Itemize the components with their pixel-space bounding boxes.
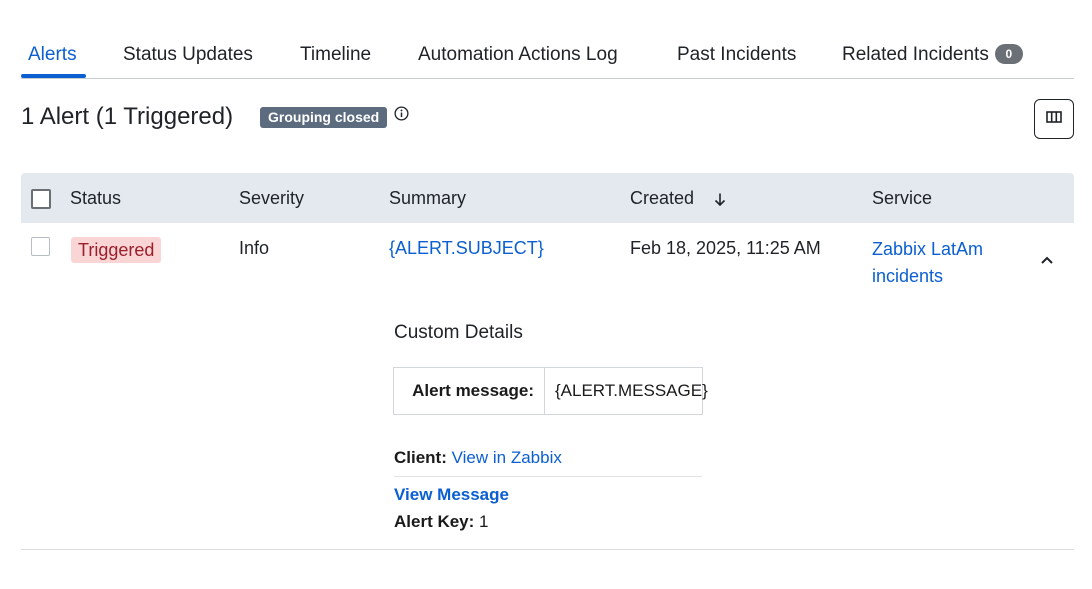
- created-value: Feb 18, 2025, 11:25 AM: [630, 238, 821, 258]
- columns-icon: [1046, 110, 1062, 129]
- client-row: Client: View in Zabbix: [394, 448, 562, 468]
- column-header-service[interactable]: Service: [872, 188, 932, 209]
- column-header-summary[interactable]: Summary: [389, 188, 466, 209]
- alert-message-label: Alert message:: [394, 368, 545, 414]
- severity-value: Info: [239, 238, 270, 258]
- tab-related-incidents-label: Related Incidents: [842, 44, 989, 65]
- view-in-zabbix-link[interactable]: View in Zabbix: [452, 448, 562, 467]
- grouping-status-badge: Grouping closed: [260, 107, 388, 128]
- column-header-severity[interactable]: Severity: [239, 188, 304, 209]
- tab-status-updates[interactable]: Status Updates: [123, 44, 253, 66]
- tab-past-incidents[interactable]: Past Incidents: [677, 44, 796, 66]
- column-settings-button[interactable]: [1034, 99, 1074, 139]
- page-title: 1 Alert (1 Triggered): [21, 103, 234, 130]
- table-header: Status Severity Summary Created Service: [21, 173, 1074, 223]
- summary-link[interactable]: {ALERT.SUBJECT}: [389, 238, 544, 259]
- column-header-created[interactable]: Created: [630, 188, 694, 209]
- chevron-up-icon[interactable]: [1039, 252, 1055, 268]
- column-header-status[interactable]: Status: [70, 188, 121, 209]
- row-checkbox[interactable]: [31, 237, 50, 256]
- related-incidents-count-badge: 0: [994, 44, 1023, 64]
- divider: [394, 476, 702, 477]
- alert-message-value: {ALERT.MESSAGE}: [555, 381, 708, 400]
- active-tab-indicator: [21, 74, 86, 78]
- custom-details-table: Alert message: {ALERT.MESSAGE}: [393, 367, 708, 415]
- client-label: Client:: [394, 448, 447, 467]
- view-message-link[interactable]: View Message: [394, 485, 509, 505]
- alert-key-row: Alert Key: 1: [394, 512, 489, 532]
- tab-timeline[interactable]: Timeline: [300, 44, 371, 66]
- alert-key-label: Alert Key:: [394, 512, 475, 531]
- arrow-down-icon[interactable]: [713, 192, 727, 207]
- service-link[interactable]: Zabbix LatAm incidents: [872, 236, 1012, 290]
- info-circle-icon[interactable]: [394, 106, 409, 121]
- table-bottom-divider: [21, 549, 1074, 550]
- alert-key-value: 1: [479, 512, 489, 531]
- tab-automation-actions-log[interactable]: Automation Actions Log: [418, 44, 618, 66]
- status-badge: Triggered: [71, 237, 162, 263]
- select-all-checkbox[interactable]: [31, 189, 51, 209]
- tab-bar: Alerts Status Updates Timeline Automatio…: [21, 36, 1074, 79]
- tab-related-incidents[interactable]: Related Incidents 0: [842, 44, 1023, 66]
- custom-details-title: Custom Details: [394, 322, 523, 343]
- tab-alerts[interactable]: Alerts: [28, 44, 77, 66]
